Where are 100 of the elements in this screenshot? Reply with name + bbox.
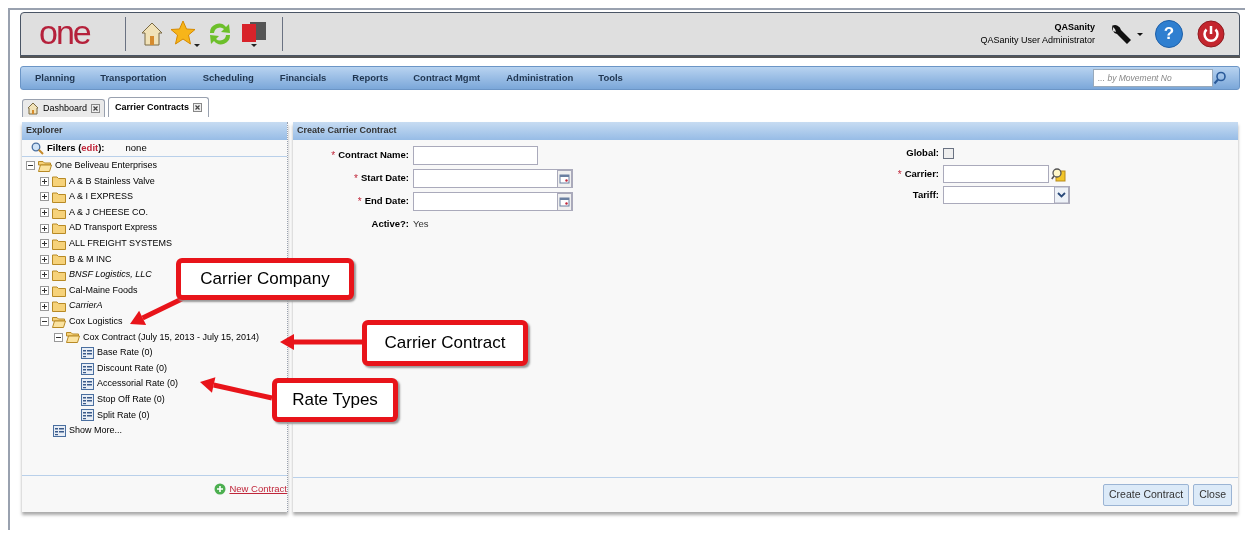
folder-icon (52, 191, 66, 203)
search-field[interactable]: ... by Movement No (1093, 69, 1213, 87)
home-icon (27, 102, 39, 115)
home-icon[interactable] (140, 21, 164, 47)
folder-icon (52, 315, 66, 328)
date-field[interactable] (413, 169, 573, 188)
text-field[interactable] (413, 146, 538, 165)
field-label: Global: (906, 145, 939, 160)
collapse-icon[interactable] (54, 332, 63, 342)
field-label: Active?: (371, 217, 409, 232)
expand-icon[interactable] (40, 286, 49, 296)
logo: one (38, 15, 91, 53)
tree-item[interactable]: A & J CHEESE CO. (69, 205, 149, 220)
field-label: Tariff: (912, 187, 939, 202)
menu-item[interactable]: Tools (598, 70, 623, 86)
tab[interactable]: Dashboard (22, 99, 106, 117)
expand-icon[interactable] (40, 192, 49, 202)
tree-item[interactable]: Base Rate (0) (97, 346, 153, 360)
menu-item[interactable]: Contract Mgmt (413, 70, 481, 86)
folder-icon (52, 253, 66, 266)
checkbox[interactable] (943, 147, 954, 159)
folder-icon (66, 331, 80, 344)
required-marker: * (357, 195, 362, 209)
annotation-callout: Carrier Company (176, 258, 354, 300)
menu-item[interactable]: Transportation (100, 70, 167, 86)
tab[interactable]: Carrier Contracts (108, 97, 210, 117)
tree-item[interactable]: AD Transport Express (69, 221, 158, 235)
folder-icon (52, 222, 66, 235)
tree-item[interactable]: Cal-Maine Foods (69, 283, 138, 298)
calendar-icon[interactable] (557, 169, 572, 188)
list-icon (81, 378, 94, 391)
tree-item[interactable]: ALL FREIGHT SYSTEMS (69, 237, 173, 251)
menu-item[interactable]: Scheduling (202, 70, 254, 86)
list-icon (53, 424, 66, 437)
folder-icon (52, 206, 66, 219)
search-icon[interactable] (1213, 71, 1227, 85)
lookup-icon[interactable] (1051, 166, 1066, 182)
panel-header: Create Carrier Contract (293, 122, 1238, 140)
tree-item[interactable]: Accessorial Rate (0) (97, 377, 179, 391)
tree-item[interactable]: Split Rate (0) (97, 408, 150, 423)
power-icon[interactable] (1197, 20, 1225, 48)
close-icon[interactable] (193, 103, 203, 112)
new-contract-link[interactable]: New Contract (229, 481, 287, 497)
edit-link[interactable]: edit (81, 141, 99, 153)
menu-item[interactable]: Reports (352, 70, 389, 86)
tree-item[interactable]: Cox Contract (July 15, 2013 - July 15, 2014) (83, 330, 260, 345)
tree-item[interactable]: One Beliveau Enterprises (55, 159, 158, 173)
folder-icon (52, 300, 66, 313)
collapse-icon[interactable] (40, 317, 49, 327)
user-role: QASanity User Administrator (980, 34, 1095, 47)
calendar-icon[interactable] (557, 192, 572, 211)
add-icon[interactable] (214, 483, 227, 495)
field-label: Start Date: (360, 171, 409, 186)
annotation-callout: Rate Types (272, 378, 398, 422)
tree-item[interactable]: A & B Stainless Valve (69, 174, 155, 189)
tree-item[interactable]: B & M INC (69, 252, 112, 267)
panel-header: Explorer (22, 122, 287, 140)
date-field[interactable] (413, 192, 573, 211)
list-icon (81, 362, 94, 375)
search-icon (31, 141, 44, 155)
folder-icon (52, 284, 66, 297)
menu-item[interactable]: Financials (279, 70, 327, 86)
wrench-icon[interactable] (1109, 22, 1143, 46)
expand-icon[interactable] (40, 254, 49, 264)
expand-icon[interactable] (40, 239, 49, 249)
tree-item[interactable]: BNSF Logistics, LLC (69, 268, 152, 282)
tree-item[interactable]: A & I EXPRESS (69, 190, 134, 204)
help-button[interactable]: ? (1155, 20, 1183, 48)
expand-icon[interactable] (40, 208, 49, 218)
required-marker: * (354, 172, 358, 186)
star-icon[interactable] (170, 20, 200, 48)
folder-icon (38, 159, 52, 172)
list-icon (81, 393, 94, 406)
chevron-down-icon[interactable] (1054, 187, 1069, 203)
expand-icon[interactable] (40, 223, 49, 233)
field-value: Yes (413, 217, 429, 232)
collapse-icon[interactable] (26, 161, 35, 171)
user-name: QASanity (1054, 20, 1095, 34)
required-marker: * (331, 149, 336, 163)
expand-icon[interactable] (40, 301, 49, 311)
filters-value: none (125, 140, 147, 155)
expand-icon[interactable] (40, 270, 49, 280)
button[interactable]: Close (1193, 484, 1232, 506)
tree-item[interactable]: Discount Rate (0) (97, 361, 168, 376)
menu-item[interactable]: Administration (506, 70, 574, 86)
list-icon (81, 346, 94, 359)
annotation-callout: Carrier Contract (362, 320, 528, 366)
text-field[interactable] (943, 165, 1049, 183)
button[interactable]: Create Contract (1103, 484, 1190, 506)
tree-item[interactable]: CarrierA (69, 299, 103, 313)
field-label: Carrier: (904, 166, 939, 181)
list-icon (81, 409, 94, 422)
folder-icon (52, 175, 66, 188)
menu-item[interactable]: Planning (35, 70, 76, 86)
field-label: End Date: (364, 194, 409, 209)
tree-item[interactable]: Show More... (69, 424, 123, 438)
tree-item[interactable]: Cox Logistics (69, 315, 123, 329)
tree-item[interactable]: Stop Off Rate (0) (97, 392, 165, 407)
expand-icon[interactable] (40, 176, 49, 186)
close-icon[interactable] (91, 104, 101, 113)
